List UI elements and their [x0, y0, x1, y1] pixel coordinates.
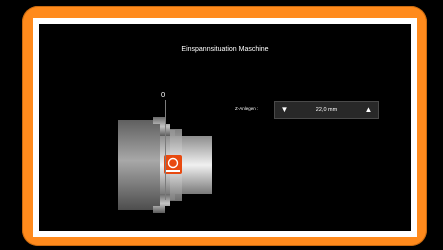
triangle-up-icon[interactable]: ▲: [362, 104, 375, 116]
z-offset-value[interactable]: 22,0 mm: [295, 102, 358, 118]
machine-screen: Einspannsituation Maschine 0 Z-Anlegen:…: [39, 24, 411, 231]
clamping-diagram: [118, 117, 212, 213]
z-offset-label: Z-Anlegen :: [235, 106, 259, 111]
z-offset-stepper[interactable]: ▼ 22,0 mm ▲: [274, 101, 379, 119]
device-frame: Einspannsituation Maschine 0 Z-Anlegen:…: [22, 6, 427, 246]
machine-logo-icon: [164, 155, 182, 174]
triangle-down-icon[interactable]: ▼: [278, 104, 291, 116]
chuck-body: [118, 120, 165, 210]
display-bezel: Einspannsituation Maschine 0 Z-Anlegen:…: [33, 18, 417, 237]
zero-reference-line: [165, 100, 166, 200]
